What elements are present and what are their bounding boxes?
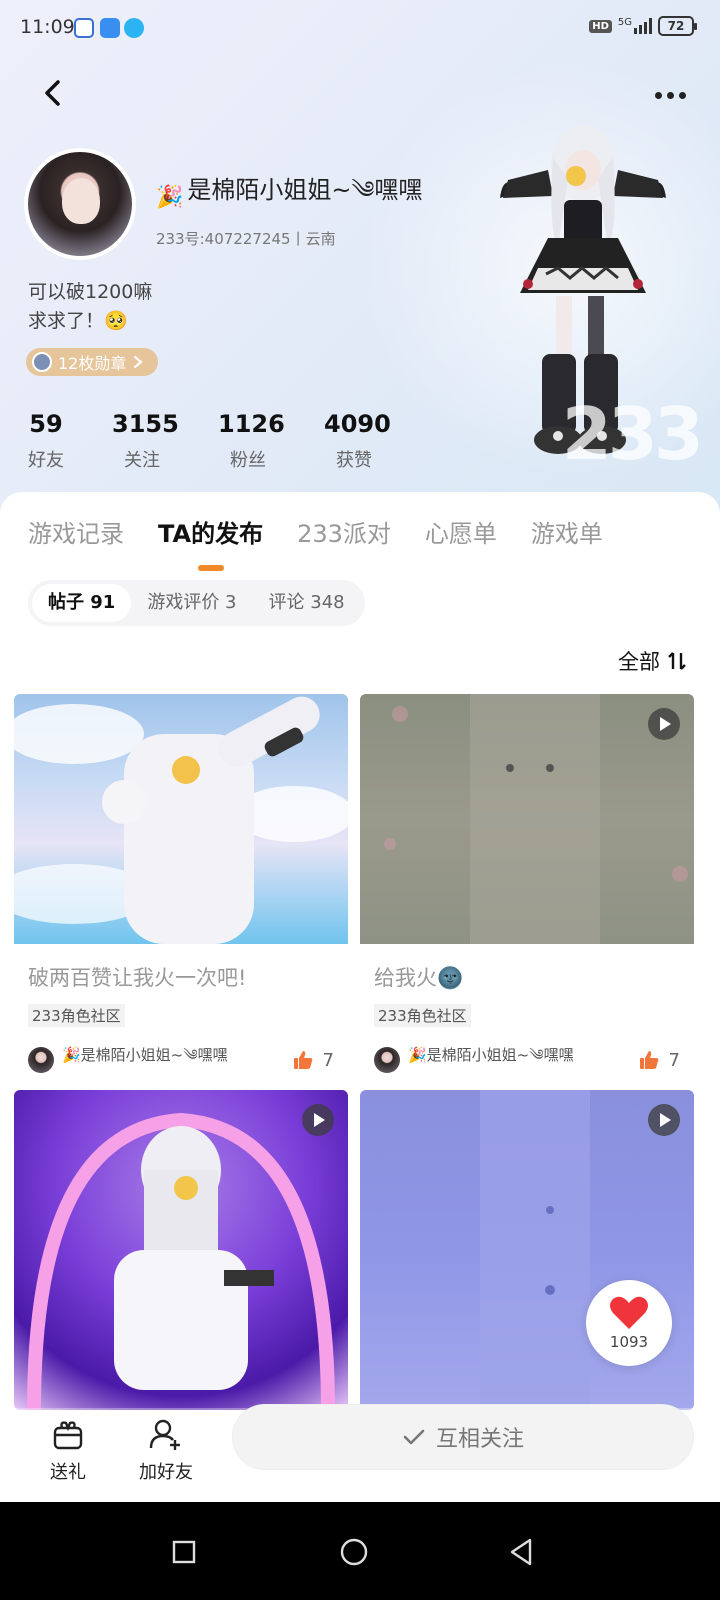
tab-posts[interactable]: TA的发布	[158, 514, 263, 571]
heart-icon	[610, 1296, 648, 1329]
badges-label: 12枚勋章	[58, 354, 127, 373]
stat-label: 关注	[124, 450, 160, 471]
tab-game-list[interactable]: 游戏单	[531, 514, 603, 549]
bio-line: 可以破1200嘛	[28, 281, 153, 303]
post-thumbnail	[14, 694, 348, 944]
mutual-follow-button[interactable]: 互相关注	[232, 1404, 694, 1470]
more-button[interactable]	[650, 80, 690, 110]
like-button[interactable]: 7	[293, 1050, 334, 1071]
like-button[interactable]: 7	[639, 1050, 680, 1071]
user-id-location: 233号:407227245丨云南	[156, 230, 336, 248]
add-user-icon	[149, 1419, 180, 1450]
post-title: 给我火🌚	[374, 962, 694, 992]
post-author[interactable]: 🎉是棉陌小姐姐~༄嘿嘿	[62, 1039, 293, 1080]
hd-badge: HD	[589, 19, 612, 33]
add-friend-label: 加好友	[139, 1462, 193, 1483]
tab-wishlist[interactable]: 心愿单	[425, 514, 497, 549]
community-tag[interactable]: 233角色社区	[28, 1004, 125, 1027]
chevron-left-icon	[45, 80, 60, 106]
baidu-icon	[74, 18, 94, 38]
post-author[interactable]: 🎉是棉陌小姐姐~༄嘿嘿	[408, 1039, 639, 1080]
author-avatar[interactable]	[28, 1047, 54, 1073]
post-thumbnail	[360, 694, 694, 944]
gift-icon	[53, 1421, 83, 1450]
thumbs-up-icon	[639, 1051, 658, 1069]
community-tag[interactable]: 233角色社区	[374, 1004, 471, 1027]
post-title-text: 给我火🌚	[374, 966, 464, 990]
stat-value: 1126	[218, 410, 285, 438]
more-dot-icon	[678, 91, 686, 99]
post-image-art	[14, 696, 348, 944]
chevron-right-icon	[134, 355, 144, 369]
tab-game-records[interactable]: 游戏记录	[28, 514, 124, 549]
stat-value: 4090	[324, 410, 391, 438]
post-card[interactable]	[14, 1090, 348, 1410]
play-icon	[648, 1104, 680, 1136]
author-avatar[interactable]	[374, 1047, 400, 1073]
like-count: 7	[322, 1049, 334, 1071]
network-label: 5G	[617, 16, 632, 28]
filter-dropdown[interactable]: 全部	[618, 646, 688, 676]
tab-233-party[interactable]: 233派对	[297, 514, 391, 549]
thumbs-up-icon	[293, 1051, 312, 1069]
battery-icon: 72	[658, 16, 697, 36]
floating-like-count: 1093	[609, 1333, 649, 1351]
party-popper-icon: 🎉	[156, 185, 184, 210]
post-card[interactable]: 给我火🌚 233角色社区 🎉是棉陌小姐姐~༄嘿嘿 7	[360, 694, 694, 1080]
status-time: 11:09	[20, 16, 75, 38]
more-dot-icon	[654, 91, 662, 99]
stat-label: 粉丝	[230, 450, 266, 471]
sort-icon	[668, 652, 686, 670]
app-icon	[100, 18, 120, 38]
profile-tabs: 游戏记录 TA的发布 233派对 心愿单 游戏单	[28, 514, 603, 571]
status-bar: 11:09 HD 5G 72	[0, 0, 720, 56]
medal-icon	[32, 352, 52, 372]
avatar[interactable]	[24, 148, 136, 260]
back-nav-button[interactable]	[502, 1532, 542, 1572]
stat-label: 获赞	[336, 450, 372, 471]
nickname-text: 是棉陌小姐姐~༄嘿嘿	[187, 176, 423, 204]
floating-like-button[interactable]: 1093	[586, 1280, 672, 1366]
like-count: 7	[668, 1049, 680, 1071]
post-image-art	[27, 1112, 335, 1410]
play-icon	[302, 1104, 334, 1136]
post-card[interactable]: 破两百赞让我火一次吧! 233角色社区 🎉是棉陌小姐姐~༄嘿嘿 7	[14, 694, 348, 1080]
stat-likes[interactable]: 4090 获赞	[324, 410, 430, 472]
bio-line: 求求了！🥺	[28, 310, 128, 332]
sub-tab-posts[interactable]: 帖子 91	[32, 584, 132, 622]
follow-label: 互相关注	[435, 1427, 524, 1452]
sub-tab-comments[interactable]: 评论 348	[253, 584, 361, 622]
play-icon	[648, 708, 680, 740]
app-icon-2	[124, 18, 144, 38]
stat-friends[interactable]: 59 好友	[24, 410, 112, 472]
bio: 可以破1200嘛 求求了！🥺	[28, 278, 152, 336]
sub-tabs: 帖子 91 游戏评价 3 评论 348	[28, 580, 365, 626]
post-image-art	[384, 694, 688, 944]
back-button[interactable]	[34, 74, 74, 114]
post-thumbnail	[14, 1090, 348, 1410]
check-icon	[403, 1429, 425, 1445]
stat-value: 59	[29, 410, 63, 438]
stat-fans[interactable]: 1126 粉丝	[218, 410, 324, 472]
more-dot-icon	[666, 91, 674, 99]
filter-label: 全部	[618, 650, 660, 674]
gift-button[interactable]: 送礼	[28, 1418, 108, 1484]
recent-apps-button[interactable]	[164, 1532, 204, 1572]
gift-label: 送礼	[50, 1462, 86, 1483]
nickname: 🎉 是棉陌小姐姐~༄嘿嘿	[156, 164, 422, 231]
sub-tab-game-reviews[interactable]: 游戏评价 3	[131, 584, 252, 622]
badges-button[interactable]: 12枚勋章	[26, 348, 159, 376]
stat-value: 3155	[112, 410, 179, 438]
home-button[interactable]	[334, 1532, 374, 1572]
post-title: 破两百赞让我火一次吧!	[28, 966, 247, 990]
add-friend-button[interactable]: 加好友	[126, 1418, 206, 1484]
signal-icon	[634, 18, 652, 34]
stats-row: 59 好友 3155 关注 1126 粉丝 4090 获赞	[24, 410, 430, 472]
watermark-233: 233	[561, 392, 704, 476]
stat-label: 好友	[28, 450, 64, 471]
stat-following[interactable]: 3155 关注	[112, 410, 218, 472]
